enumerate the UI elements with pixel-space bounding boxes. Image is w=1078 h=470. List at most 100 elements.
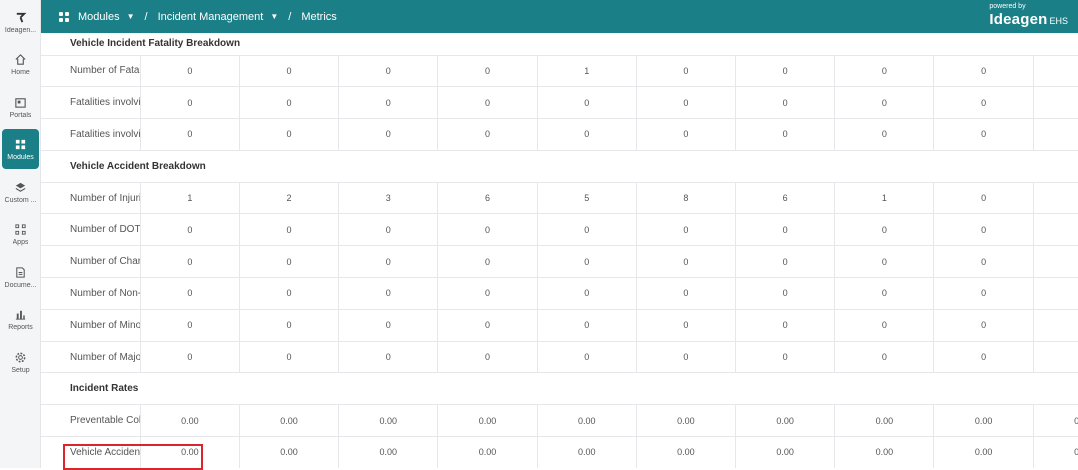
row-label-text: Preventable Collision Frequency (PCF) Ra… [70, 415, 139, 427]
breadcrumb-modules[interactable]: Modules [78, 11, 120, 23]
sidebar-item-label: Custom ... [4, 197, 37, 204]
table-cell: 0 [933, 182, 1034, 215]
table-cell: 0 [735, 341, 836, 374]
sidebar-item-apps[interactable]: Apps [2, 214, 39, 254]
section-title: Vehicle Accident Breakdown [41, 150, 1078, 183]
table-cell: 0 [338, 55, 439, 88]
table-cell: 0.00 [834, 436, 935, 468]
table-cell: 0 [834, 245, 935, 279]
chevron-down-icon[interactable]: ▼ [270, 12, 278, 21]
table-cell: 0 [537, 86, 637, 120]
table-cell: 0 [239, 55, 340, 88]
table-row: Fatalities involving Other Party00000000… [41, 118, 1078, 151]
sidebar-item-documents[interactable]: Docume... [2, 257, 39, 297]
table-row: Number of DOT Reportables0000000000 [41, 213, 1078, 247]
table-row: Number of Fatalities of Company Drivers0… [41, 55, 1078, 88]
table-cell: 0 [636, 213, 737, 247]
table-cell: 0 [437, 277, 538, 310]
table-cell: 0.00 [437, 436, 538, 468]
row-label-text: Fatalities involving Passenger in Compan… [70, 97, 139, 109]
section-header-row: Incident Rates [41, 372, 1078, 406]
table-cell: 0 [239, 118, 340, 151]
table-row: Number of Major Vehicle Accidents(Greate… [41, 341, 1078, 374]
table-cell: 0 [636, 341, 737, 374]
table-cell: 0 [437, 86, 538, 120]
row-label-text: Number of Non-Chargeable Vehicle Acciden… [70, 287, 139, 299]
metrics-table-container[interactable]: Vehicle Incident Fatality Breakdown Numbe… [41, 33, 1078, 468]
sidebar-item-label: Ideagen... [4, 27, 37, 34]
table-cell: 0 [140, 86, 240, 120]
table-cell: 0 [338, 245, 439, 279]
row-label-text: Vehicle Accident Rate [70, 447, 141, 459]
table-cell: 0 [1033, 277, 1078, 310]
table-cell: 0 [537, 277, 637, 310]
table-cell: 0 [933, 118, 1034, 151]
table-cell: 0 [437, 213, 538, 247]
table-cell: 0 [437, 309, 538, 342]
table-cell: 0 [537, 213, 637, 247]
table-cell: 6 [437, 182, 538, 215]
table-cell: 0 [834, 277, 935, 310]
table-cell: 0 [933, 341, 1034, 374]
table-cell: 0 [834, 55, 935, 88]
table-cell: 0.00 [437, 404, 538, 438]
table-cell: 0.00 [834, 404, 935, 438]
grid-icon [14, 137, 28, 151]
table-cell: 0.00 [636, 436, 737, 468]
document-icon [14, 265, 28, 279]
row-label: Number of DOT Reportables [41, 213, 141, 247]
sidebar-item-ideagen[interactable]: Ideagen... [2, 2, 39, 42]
brand-name: Ideagen [989, 11, 1048, 28]
table-cell: 0 [933, 86, 1034, 120]
breadcrumb-incident-management[interactable]: Incident Management [158, 11, 264, 23]
breadcrumb-metrics[interactable]: Metrics [301, 11, 336, 23]
breadcrumb: Modules ▼ / Incident Management ▼ / Metr… [41, 11, 337, 23]
row-label: Fatalities involving Passenger in Compan… [41, 86, 141, 120]
table-cell: 0 [239, 86, 340, 120]
table-cell: 0 [834, 118, 935, 151]
sidebar-item-label: Modules [7, 154, 34, 161]
portal-icon [14, 95, 28, 109]
table-cell: 0 [338, 118, 439, 151]
row-label: Vehicle Accident Rate? [41, 436, 141, 468]
table-cell: 0 [239, 341, 340, 374]
table-cell: 0 [338, 213, 439, 247]
table-cell: 1 [140, 182, 240, 215]
chevron-down-icon[interactable]: ▼ [127, 12, 135, 21]
row-label: Number of Injuries of Company Drivers [41, 182, 141, 215]
table-cell: 0.00 [239, 436, 340, 468]
sidebar-item-portals[interactable]: Portals [2, 87, 39, 127]
table-row: Fatalities involving Passenger in Compan… [41, 86, 1078, 120]
table-cell: 0 [140, 55, 240, 88]
sidebar-item-custom[interactable]: Custom ... [2, 172, 39, 212]
table-cell: 0 [239, 245, 340, 279]
table-cell: 3 [338, 182, 439, 215]
table-cell: 0 [338, 86, 439, 120]
table-cell: 0 [933, 245, 1034, 279]
apps-icon [14, 222, 28, 236]
sidebar-item-home[interactable]: Home [2, 44, 39, 84]
table-row: Vehicle Accident Rate?0.000.000.000.000.… [41, 436, 1078, 468]
row-label: Number of Chargeable Vehicle Accidents [41, 245, 141, 279]
table-cell: 0.00 [338, 436, 439, 468]
row-label-text: Fatalities involving Other Party [70, 128, 139, 140]
table-cell: 0 [735, 118, 836, 151]
table-cell: 0 [735, 55, 836, 88]
table-cell: 0 [537, 309, 637, 342]
section-header-row: Vehicle Accident Breakdown [41, 150, 1078, 183]
brand-logo: powered by Ideagen EHS [989, 3, 1068, 29]
sidebar-item-reports[interactable]: Reports [2, 299, 39, 339]
row-label: Number of Fatalities of Company Drivers [41, 55, 141, 88]
table-cell: 0 [1033, 118, 1078, 151]
table-cell: 0 [636, 55, 737, 88]
sidebar-item-modules[interactable]: Modules [2, 129, 39, 169]
sidebar-item-setup[interactable]: Setup [2, 342, 39, 382]
table-cell: 0 [537, 341, 637, 374]
ideagen-logo-icon [14, 10, 28, 24]
table-cell: 5 [537, 182, 637, 215]
table-cell: 1 [537, 55, 637, 88]
table-cell: 0.00 [933, 436, 1034, 468]
table-cell: 0 [140, 245, 240, 279]
table-cell: 0 [437, 118, 538, 151]
table-cell: 0 [239, 277, 340, 310]
